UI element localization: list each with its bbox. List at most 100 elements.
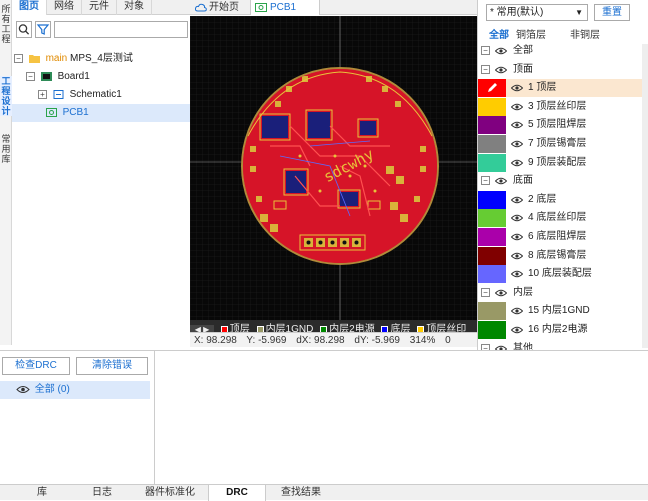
eye-icon[interactable] bbox=[511, 233, 523, 241]
rail-tab-all-projects[interactable]: 所有工程 bbox=[0, 4, 12, 50]
layer-row[interactable]: 15 内层1GND bbox=[478, 302, 648, 321]
layer-color-swatch[interactable] bbox=[478, 79, 506, 98]
layer-group-row[interactable]: − 全部 bbox=[478, 42, 648, 60]
collapse-toggle-icon[interactable]: − bbox=[481, 287, 490, 297]
layer-preset-select[interactable]: * 常用(默认) ▼ bbox=[486, 4, 588, 21]
eye-icon[interactable] bbox=[495, 47, 507, 55]
collapse-toggle-icon[interactable]: − bbox=[481, 176, 490, 186]
layer-color-swatch[interactable] bbox=[478, 209, 506, 228]
tab-start-page[interactable]: 开始页 bbox=[194, 0, 239, 15]
board-icon bbox=[40, 71, 52, 81]
tab-objects[interactable]: 对象 bbox=[117, 0, 152, 15]
layer-strip-item[interactable]: 内层2电源 bbox=[316, 324, 375, 332]
cloud-icon bbox=[194, 3, 207, 12]
eye-icon[interactable] bbox=[495, 177, 507, 185]
layer-row[interactable]: 8 底层锡膏层 bbox=[478, 246, 648, 265]
expand-toggle-icon[interactable]: + bbox=[38, 89, 47, 99]
eye-icon[interactable] bbox=[511, 140, 523, 148]
collapse-toggle-icon[interactable]: − bbox=[14, 53, 23, 63]
eye-icon[interactable] bbox=[511, 307, 523, 315]
rail-tab-project-design[interactable]: 工程设计 bbox=[0, 76, 12, 116]
eye-icon[interactable] bbox=[511, 103, 523, 111]
layer-row[interactable]: 5 顶层阻焊层 bbox=[478, 116, 648, 135]
tab-log[interactable]: 日志 bbox=[82, 485, 122, 501]
layer-row[interactable]: 6 底层阻焊层 bbox=[478, 228, 648, 246]
search-button[interactable] bbox=[16, 21, 32, 38]
layer-row[interactable]: 2 底层 bbox=[478, 190, 648, 209]
layer-color-swatch[interactable] bbox=[478, 153, 506, 172]
tab-nets[interactable]: 网络 bbox=[47, 0, 82, 15]
tab-device-standardization[interactable]: 器件标准化 bbox=[140, 485, 200, 501]
layer-row[interactable]: 10 底层装配层 bbox=[478, 265, 648, 284]
layer-label: 底面 bbox=[513, 175, 533, 187]
tree-board[interactable]: − Board1 bbox=[26, 68, 90, 86]
tree-pcb[interactable]: PCB1 bbox=[12, 104, 190, 122]
clear-errors-button[interactable]: 清除错误 bbox=[76, 357, 148, 375]
layer-color-swatch[interactable] bbox=[478, 265, 506, 284]
eye-icon[interactable] bbox=[511, 326, 523, 334]
eye-icon[interactable] bbox=[511, 214, 523, 222]
tab-all-layers[interactable]: 全部 bbox=[489, 26, 509, 41]
layer-group-row[interactable]: − 内层 bbox=[478, 284, 648, 302]
layer-strip-item[interactable]: 内层1GND bbox=[253, 324, 313, 332]
tab-search-results[interactable]: 查找结果 bbox=[274, 485, 328, 501]
layer-row[interactable]: 1 顶层 bbox=[478, 79, 648, 98]
tree-search-input[interactable] bbox=[54, 21, 188, 38]
scroll-arrows-icon[interactable]: ◀ ▶ bbox=[190, 325, 214, 332]
layer-row[interactable]: 9 顶层装配层 bbox=[478, 153, 648, 172]
drc-result-all[interactable]: 全部 (0) bbox=[0, 381, 150, 399]
layer-label: 2 底层 bbox=[528, 193, 557, 205]
tab-copper-layers[interactable]: 铜箔层 bbox=[516, 26, 546, 41]
schematic-icon bbox=[53, 89, 64, 99]
layer-group-row[interactable]: − 底面 bbox=[478, 172, 648, 190]
layer-row[interactable]: 3 顶层丝印层 bbox=[478, 97, 648, 116]
layer-color-swatch[interactable] bbox=[478, 228, 506, 246]
layer-color-swatch[interactable] bbox=[478, 97, 506, 116]
layer-strip-item[interactable]: 底层 bbox=[377, 324, 410, 332]
tree-schematic[interactable]: + Schematic1 bbox=[38, 86, 122, 104]
tab-pcb1[interactable]: PCB1 bbox=[250, 0, 320, 15]
layer-color-swatch[interactable] bbox=[478, 246, 506, 265]
layer-list-scrollbar[interactable] bbox=[642, 44, 648, 348]
left-panel-tabs: 图页 网络 元件 对象 bbox=[12, 0, 190, 15]
tab-drc[interactable]: DRC bbox=[208, 485, 266, 501]
filter-button[interactable] bbox=[35, 21, 51, 38]
folder-icon bbox=[28, 54, 40, 63]
tree-project[interactable]: − main MPS_4层测试 bbox=[14, 50, 133, 68]
layer-color-swatch[interactable] bbox=[478, 302, 506, 321]
layer-strip-item[interactable]: 顶层 bbox=[217, 324, 250, 332]
layer-color-swatch[interactable] bbox=[478, 321, 506, 339]
eye-icon[interactable] bbox=[495, 289, 507, 297]
eye-icon[interactable] bbox=[495, 66, 507, 74]
layer-color-swatch[interactable] bbox=[478, 135, 506, 153]
reset-button[interactable]: 重置 bbox=[594, 4, 630, 21]
tab-components[interactable]: 元件 bbox=[82, 0, 117, 15]
layer-row[interactable]: 7 顶层锡膏层 bbox=[478, 135, 648, 153]
layer-strip-item[interactable]: 顶层丝印 bbox=[413, 324, 466, 332]
eye-icon[interactable] bbox=[511, 196, 523, 204]
collapse-toggle-icon[interactable]: − bbox=[481, 46, 490, 55]
eye-icon[interactable] bbox=[511, 270, 523, 278]
drc-panel: 检查DRC 清除错误 全部 (0) bbox=[0, 350, 155, 484]
layer-color-swatch[interactable] bbox=[478, 116, 506, 135]
canvas-layer-strip: ◀ ▶ 顶层 内层1GND 内层2电源 底层 顶层丝印 bbox=[190, 320, 477, 332]
branch-tag: main bbox=[45, 53, 68, 64]
eye-icon[interactable] bbox=[511, 121, 523, 129]
eye-icon[interactable] bbox=[511, 84, 523, 92]
pcb-board-view: sdcwhy bbox=[190, 16, 477, 320]
layer-row[interactable]: 16 内层2电源 bbox=[478, 321, 648, 339]
tab-library[interactable]: 库 bbox=[24, 485, 60, 501]
layer-color-swatch[interactable] bbox=[478, 190, 506, 209]
pcb-canvas[interactable]: sdcwhy bbox=[190, 16, 477, 320]
layer-row[interactable]: 4 底层丝印层 bbox=[478, 209, 648, 228]
eye-icon[interactable] bbox=[16, 385, 30, 394]
tab-non-copper-layers[interactable]: 非铜层 bbox=[570, 26, 600, 41]
eye-icon[interactable] bbox=[511, 159, 523, 167]
check-drc-button[interactable]: 检查DRC bbox=[2, 357, 70, 375]
eye-icon[interactable] bbox=[511, 252, 523, 260]
tab-pages[interactable]: 图页 bbox=[12, 0, 47, 15]
collapse-toggle-icon[interactable]: − bbox=[481, 64, 490, 74]
rail-tab-common-library[interactable]: 常用库 bbox=[0, 134, 12, 168]
collapse-toggle-icon[interactable]: − bbox=[26, 71, 35, 81]
layer-group-row[interactable]: − 顶面 bbox=[478, 61, 648, 79]
